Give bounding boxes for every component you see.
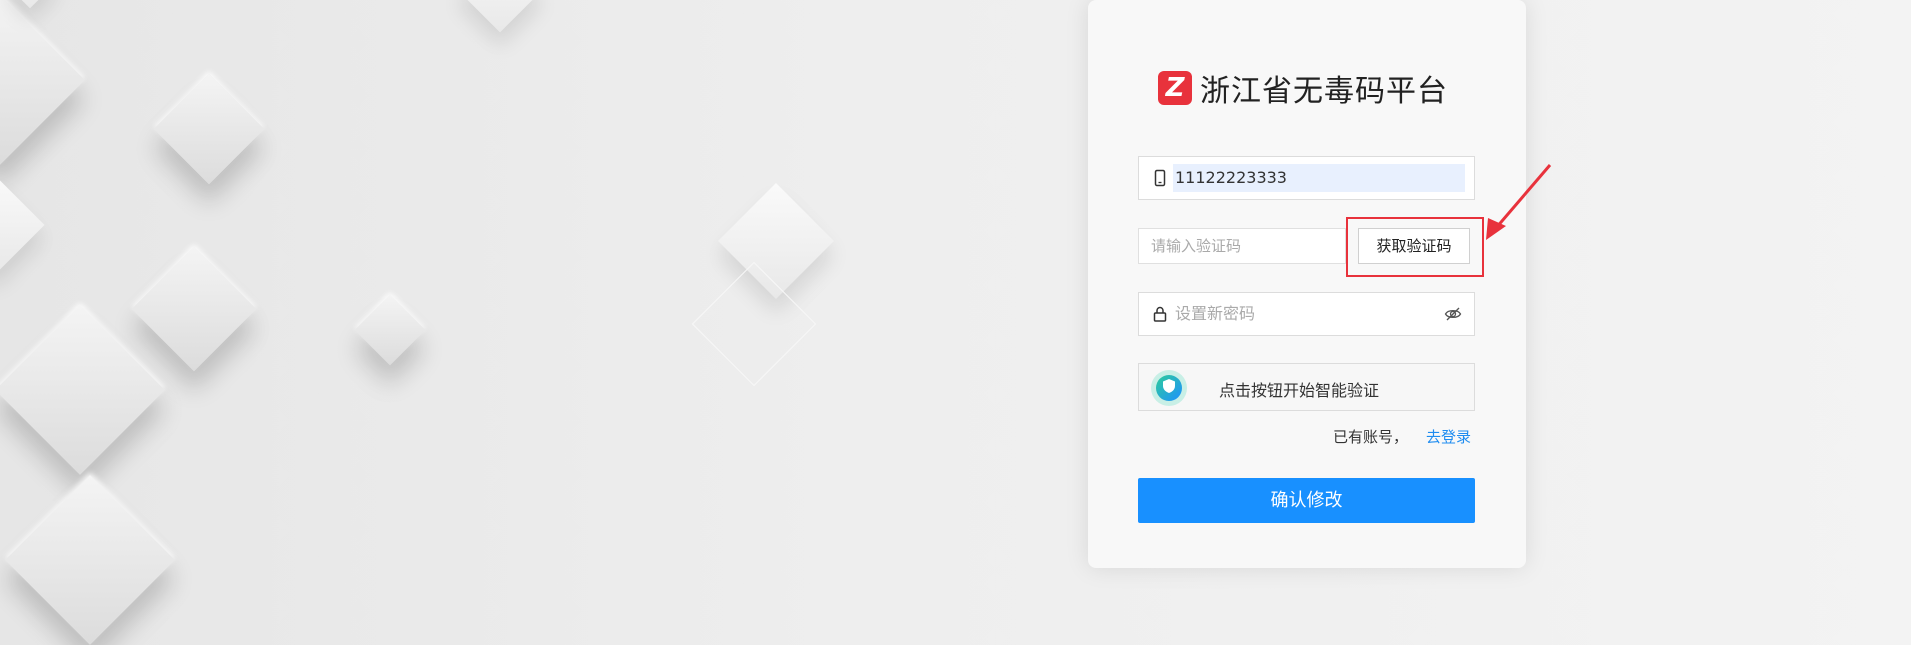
brand-logo: Z [1158, 71, 1192, 105]
new-password-field[interactable]: 设置新密码 [1138, 292, 1475, 336]
login-link[interactable]: 去登录 [1426, 428, 1471, 446]
background-decoration [0, 0, 1911, 645]
app-title: 浙江省无毒码平台 [1200, 74, 1448, 109]
eye-off-icon[interactable] [1444, 305, 1462, 327]
verification-code-input[interactable]: 请输入验证码 [1138, 228, 1346, 264]
password-placeholder: 设置新密码 [1175, 304, 1256, 323]
shield-icon [1161, 378, 1177, 398]
phone-field[interactable]: 11122223333 [1138, 156, 1475, 200]
verify-label: 点击按钮开始智能验证 [1219, 381, 1380, 400]
has-account-text: 已有账号， [1333, 428, 1409, 446]
annotation-arrow-icon [1486, 164, 1552, 240]
login-prompt: 已有账号， 去登录 [1333, 426, 1471, 447]
reset-password-panel: Z 浙江省无毒码平台 11122223333 请输入验证码 获取验证码 设置新密… [1088, 0, 1526, 568]
confirm-change-button[interactable]: 确认修改 [1138, 478, 1475, 523]
lock-icon [1151, 305, 1169, 323]
verify-badge [1151, 370, 1187, 406]
smart-verify-button[interactable]: 点击按钮开始智能验证 [1138, 363, 1475, 411]
phone-input[interactable]: 11122223333 [1173, 164, 1465, 192]
code-placeholder: 请输入验证码 [1151, 237, 1242, 255]
annotation-highlight-box [1346, 217, 1484, 277]
phone-icon [1151, 169, 1169, 187]
brand-header: Z 浙江省无毒码平台 [1158, 66, 1448, 110]
